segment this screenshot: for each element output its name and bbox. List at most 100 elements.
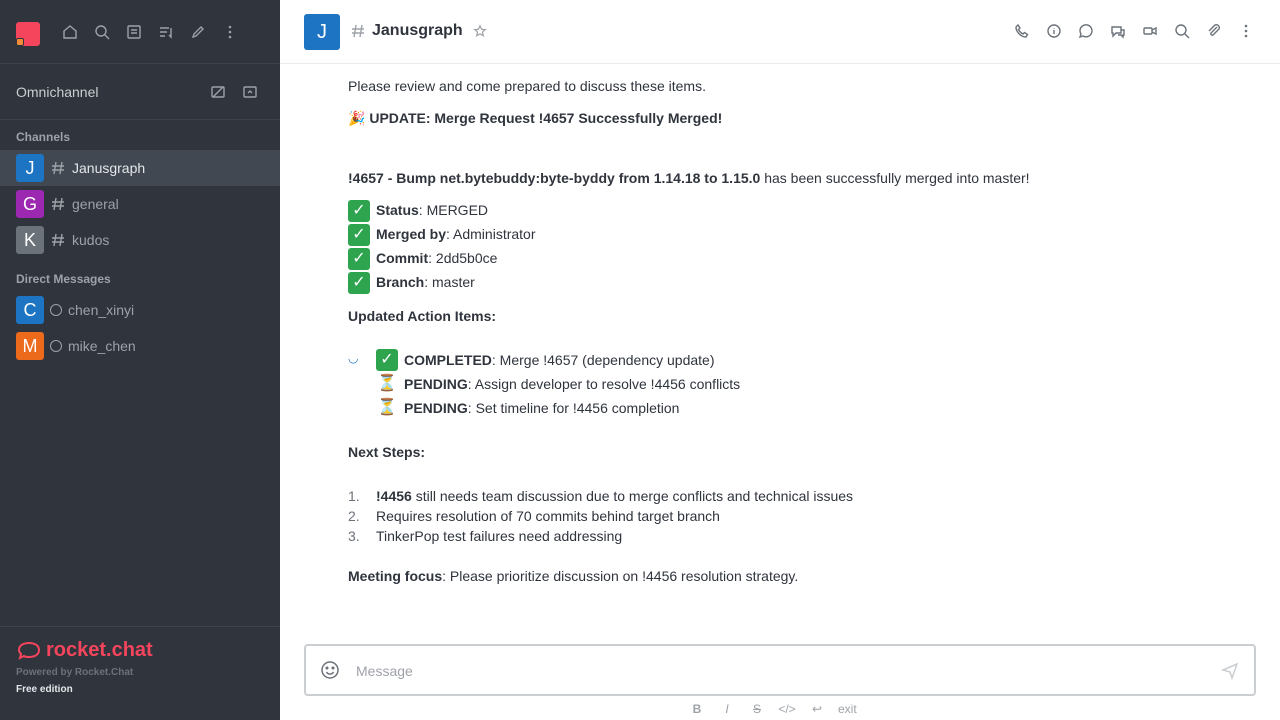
task-checkbox[interactable]: ◡ [348, 350, 370, 370]
sidebar-item-janusgraph[interactable]: J Janusgraph [0, 150, 280, 186]
search-icon[interactable] [88, 18, 116, 46]
kebab-menu-icon[interactable] [1232, 18, 1260, 44]
discussions-icon[interactable] [1104, 18, 1132, 44]
list-item[interactable]: 3. TinkerPop test failures need addressin… [348, 526, 1258, 546]
hourglass-icon: ⏳ [377, 399, 397, 416]
status-value: : Administrator [446, 226, 536, 242]
next-steps-heading: Next Steps: [348, 442, 1258, 462]
room-header: J Janusgraph [280, 0, 1280, 64]
sidebar-item-chen-xinyi[interactable]: C chen_xinyi [0, 292, 280, 328]
merge-request-title: !4657 - Bump net.bytebuddy:byte-byddy fr… [348, 170, 761, 186]
directory-icon[interactable] [120, 18, 148, 46]
rocketchat-logo[interactable]: rocket.chat [16, 637, 264, 663]
task-checkbox[interactable] [348, 374, 370, 394]
status-row: ✓ Status: MERGED [348, 198, 1258, 223]
rocketchat-logo-text: rocket.chat [46, 638, 153, 661]
rocketchat-logo-icon [17, 641, 41, 660]
list-item-text: still needs team discussion due to merge… [411, 488, 854, 504]
check-mark-icon: ✓ [348, 200, 370, 223]
list-item-text: TinkerPop test failures need addressing [376, 528, 623, 544]
status-row: ✓ Branch: master [348, 270, 1258, 295]
dm-section-title: Direct Messages [16, 272, 111, 286]
italic-button[interactable]: I [714, 700, 740, 718]
meeting-focus-text: : Please prioritize discussion on !4456 … [442, 568, 799, 584]
list-item[interactable]: 2. Requires resolution of 70 commits behi… [348, 506, 1258, 526]
room-header-avatar: J [304, 14, 340, 50]
list-item-bold: !4456 [376, 488, 412, 504]
room-title: Janusgraph [372, 22, 463, 39]
room-name: general [72, 196, 119, 212]
exit-button[interactable]: exit [834, 700, 861, 718]
action-items-title: Updated Action Items: [348, 308, 497, 324]
sidebar-item-general[interactable]: G general [0, 186, 280, 222]
bold-button[interactable]: B [684, 700, 710, 718]
status-list: ✓ Status: MERGED ✓ Merged by: Administrato… [348, 198, 1258, 295]
status-label: Merged by [376, 226, 447, 242]
files-icon[interactable] [1200, 18, 1228, 44]
check-mark-icon: ✓ [348, 272, 370, 295]
powered-by-text[interactable]: Powered by Rocket.Chat [16, 667, 264, 678]
list-number: 3. [348, 528, 360, 544]
contact-center-icon[interactable] [236, 78, 264, 106]
merge-summary: !4657 - Bump net.bytebuddy:byte-byddy fr… [348, 168, 1258, 188]
hashtag-icon [52, 161, 64, 175]
status-label: Branch [376, 274, 425, 290]
create-new-icon[interactable] [184, 18, 212, 46]
code-button[interactable]: </> [774, 700, 800, 718]
sidebar-topbar [0, 0, 280, 64]
sidebar-item-mike-chen[interactable]: M mike_chen [0, 328, 280, 364]
video-conference-icon[interactable] [1136, 18, 1164, 44]
room-avatar: K [16, 226, 44, 254]
room-name: Janusgraph [72, 160, 146, 176]
status-label: Status [376, 202, 419, 218]
meeting-focus: Meeting focus: Please prioritize discuss… [348, 566, 1258, 586]
star-icon[interactable] [472, 24, 487, 38]
send-icon[interactable] [1220, 660, 1240, 680]
link-button[interactable]: ↩ [804, 700, 830, 718]
message-input[interactable] [356, 660, 1196, 682]
status-label: Commit [376, 250, 429, 266]
offline-status-icon [50, 340, 62, 352]
dm-avatar: M [16, 332, 44, 360]
omnichannel-section: Omnichannel [0, 64, 280, 120]
update-heading: 🎉 UPDATE: Merge Request !4657 Successful… [348, 108, 1258, 128]
emoji-icon[interactable] [320, 660, 340, 680]
kebab-menu-icon[interactable] [216, 18, 244, 46]
action-value: : Assign developer to resolve !4456 conf… [467, 376, 741, 392]
room-info-icon[interactable] [1040, 18, 1068, 44]
message-intro: Please review and come prepared to discu… [348, 78, 706, 94]
user-avatar[interactable] [16, 22, 40, 46]
action-items-heading: Updated Action Items: [348, 306, 1258, 326]
action-label: COMPLETED [404, 352, 492, 368]
status-row: ✓ Merged by: Administrator [348, 222, 1258, 247]
action-item: ⏳ PENDING: Assign developer to resolve !… [348, 372, 1258, 396]
action-item: ⏳ PENDING: Set timeline for !4456 comple… [348, 396, 1258, 420]
hourglass-icon: ⏳ [377, 375, 397, 392]
list-number: 2. [348, 508, 360, 524]
call-icon[interactable] [1008, 18, 1036, 44]
dm-name: mike_chen [68, 338, 136, 354]
next-steps-list: 1. !4456 still needs team discussion due … [348, 486, 1258, 546]
sidebar-item-kudos[interactable]: K kudos [0, 222, 280, 258]
list-item-text: Requires resolution of 70 commits behind… [376, 508, 720, 524]
strike-button[interactable]: S [744, 700, 770, 718]
channels-section-title: Channels [16, 130, 71, 144]
check-mark-icon: ✓ [348, 248, 370, 271]
omnichannel-label: Omnichannel [16, 83, 99, 100]
list-number: 1. [348, 488, 360, 504]
home-icon[interactable] [56, 18, 84, 46]
threads-icon[interactable] [1072, 18, 1100, 44]
main-room: J Janusgraph Please review and come prep… [280, 0, 1280, 720]
search-messages-icon[interactable] [1168, 18, 1196, 44]
action-value: : Merge !4657 (dependency update) [491, 352, 715, 368]
sidebar-footer: rocket.chat Powered by Rocket.Chat Free … [0, 626, 280, 720]
edition-text: Free edition [16, 684, 73, 695]
task-checkbox[interactable] [348, 398, 370, 418]
omnichannel-status-icon[interactable] [204, 78, 232, 106]
formatting-toolbar: B I S </> ↩ exit [684, 700, 861, 718]
list-item[interactable]: 1. !4456 still needs team discussion due … [348, 486, 1258, 506]
meeting-focus-label: Meeting focus [348, 568, 443, 584]
dm-avatar: C [16, 296, 44, 324]
status-value: : master [424, 274, 475, 290]
sort-icon[interactable] [152, 18, 180, 46]
